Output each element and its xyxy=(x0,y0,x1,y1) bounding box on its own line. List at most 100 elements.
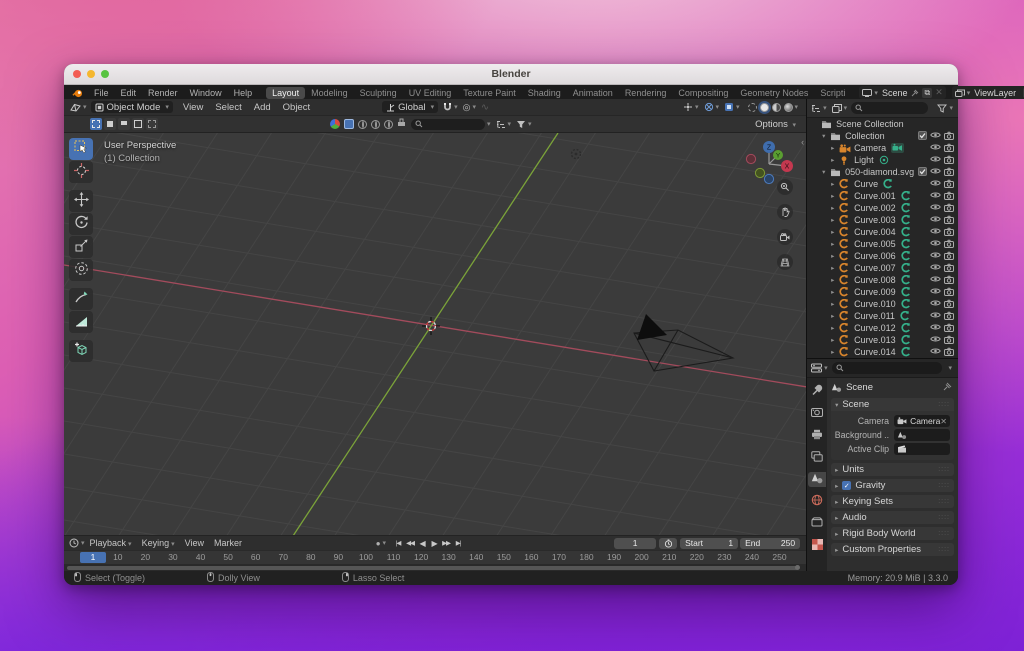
outliner-item-label[interactable]: Curve.007 xyxy=(854,263,896,273)
workspace-tab[interactable]: Sculpting xyxy=(354,87,403,99)
outliner-item-label[interactable]: Curve.008 xyxy=(854,275,896,285)
expand-arrow[interactable]: ▸ xyxy=(831,312,839,320)
frame-tick[interactable]: 80 xyxy=(298,552,324,562)
blender-logo-icon[interactable] xyxy=(72,88,83,98)
properties-tab[interactable] xyxy=(808,450,826,465)
jump-to-end-button[interactable]: ▶| xyxy=(452,539,464,547)
tool-button[interactable] xyxy=(69,190,93,212)
scrollbar-thumb[interactable] xyxy=(67,565,801,570)
properties-tab[interactable] xyxy=(808,384,826,399)
eye-icon[interactable] xyxy=(930,311,941,321)
select-mode-intersect[interactable] xyxy=(146,118,158,130)
frame-tick[interactable]: 210 xyxy=(656,552,682,562)
eye-icon[interactable] xyxy=(930,323,941,333)
eye-icon[interactable] xyxy=(930,191,941,201)
render-visibility-icon[interactable] xyxy=(944,299,954,310)
render-visibility-icon[interactable] xyxy=(944,287,954,298)
zoom-button-viewport[interactable] xyxy=(777,179,793,195)
frame-tick[interactable]: 100 xyxy=(353,552,379,562)
outliner-row[interactable]: ▸ Curve xyxy=(807,178,958,190)
material-globe-icon[interactable] xyxy=(358,119,367,129)
outliner-item-label[interactable]: Curve.009 xyxy=(854,287,896,297)
tool-button[interactable] xyxy=(69,311,93,333)
render-visibility-icon[interactable] xyxy=(944,239,954,250)
render-visibility-icon[interactable] xyxy=(944,227,954,238)
eye-icon[interactable] xyxy=(930,179,941,189)
viewport-menu-item[interactable]: Select xyxy=(209,102,247,113)
search-input[interactable] xyxy=(411,118,485,130)
panel-header[interactable]: ▸ ✓ Gravity:::: xyxy=(831,479,954,492)
pan-button[interactable] xyxy=(777,204,793,220)
timeline-menu-item[interactable]: Marker xyxy=(209,538,247,548)
timeline-scrollbar[interactable] xyxy=(64,564,807,571)
eye-icon[interactable] xyxy=(930,347,941,357)
timeline-menu-item[interactable]: Keying ▾ xyxy=(137,538,180,548)
render-visibility-icon[interactable] xyxy=(944,275,954,286)
expand-arrow[interactable]: ▸ xyxy=(831,156,839,164)
exclude-checkbox[interactable] xyxy=(918,130,927,142)
shading-dropdown[interactable]: ▾ xyxy=(795,103,799,111)
outliner-row[interactable]: ▸ Curve.014 xyxy=(807,346,958,358)
outliner-row[interactable]: ▸ Curve.011 xyxy=(807,310,958,322)
frame-tick[interactable]: 200 xyxy=(629,552,655,562)
frame-tick[interactable]: 10 xyxy=(105,552,131,562)
frame-tick[interactable]: 230 xyxy=(711,552,737,562)
frame-tick[interactable]: 90 xyxy=(325,552,351,562)
outliner-item-label[interactable]: Curve.004 xyxy=(854,227,896,237)
outliner-item-label[interactable]: 050-diamond.svg xyxy=(845,167,914,177)
titlebar[interactable]: Blender xyxy=(64,64,958,85)
properties-tab[interactable] xyxy=(808,516,826,531)
prev-keyframe-button[interactable]: ◀◀ xyxy=(404,539,416,547)
expand-arrow[interactable]: ▸ xyxy=(831,204,839,212)
frame-tick[interactable]: 150 xyxy=(491,552,517,562)
eye-icon[interactable] xyxy=(930,239,941,249)
shading-wireframe-button[interactable] xyxy=(747,102,757,112)
viewport-canvas[interactable]: User Perspective (1) Collection Z Y X ‹ xyxy=(64,133,807,535)
chevron-down-icon[interactable]: ▾ xyxy=(487,120,491,128)
outliner-row[interactable]: ▸ Curve.007 xyxy=(807,262,958,274)
editor-type-button[interactable]: ▾ xyxy=(70,102,87,112)
frame-tick[interactable]: 60 xyxy=(243,552,269,562)
outliner-row[interactable]: ▸ Curve.006 xyxy=(807,250,958,262)
tool-button[interactable] xyxy=(69,138,93,160)
outliner-row[interactable]: ▸ Curve.003 xyxy=(807,214,958,226)
eye-icon[interactable] xyxy=(930,131,941,141)
workspace-tab[interactable]: Geometry Nodes xyxy=(734,87,814,99)
expand-arrow[interactable]: ▸ xyxy=(831,192,839,200)
xray-toggle-button[interactable]: ▾ xyxy=(724,102,740,112)
frame-tick[interactable]: 250 xyxy=(766,552,792,562)
eye-icon[interactable] xyxy=(930,251,941,261)
preview-range-toggle[interactable] xyxy=(659,537,678,549)
frame-tick[interactable]: 110 xyxy=(381,552,407,562)
expand-arrow[interactable]: ▸ xyxy=(831,252,839,260)
eye-icon[interactable] xyxy=(930,143,941,153)
workspace-tab[interactable]: Animation xyxy=(567,87,619,99)
proportional-editing-toggle[interactable]: ◎ ▾ xyxy=(463,102,476,113)
render-visibility-icon[interactable] xyxy=(944,251,954,262)
outliner-item-label[interactable]: Curve.003 xyxy=(854,215,896,225)
menubar-item[interactable]: Window xyxy=(184,88,228,98)
properties-tab[interactable] xyxy=(808,472,827,487)
render-visibility-icon[interactable] xyxy=(944,311,954,322)
viewport-menu-item[interactable]: View xyxy=(177,102,209,113)
expand-arrow[interactable]: ▸ xyxy=(831,324,839,332)
tool-button[interactable] xyxy=(69,213,93,235)
eye-icon[interactable] xyxy=(930,155,941,165)
expand-arrow[interactable]: ▸ xyxy=(831,300,839,308)
next-keyframe-button[interactable]: ▶▶ xyxy=(440,539,452,547)
panel-header[interactable]: ▸ Units:::: xyxy=(831,463,954,476)
outliner-row[interactable]: ▸ Light xyxy=(807,154,958,166)
frame-tick[interactable]: 30 xyxy=(160,552,186,562)
tool-button[interactable] xyxy=(69,259,93,281)
display-mode-dropdown[interactable]: ▾ xyxy=(811,104,827,113)
expand-arrow[interactable]: ▸ xyxy=(831,240,839,248)
outliner-item-label[interactable]: Curve.011 xyxy=(854,311,895,321)
frame-tick[interactable]: 240 xyxy=(739,552,765,562)
frame-tick[interactable]: 220 xyxy=(684,552,710,562)
outliner-row[interactable]: ▸ Curve.013 xyxy=(807,334,958,346)
outliner-row[interactable]: ▾ Collection xyxy=(807,130,958,142)
frame-end-field[interactable]: End 250 xyxy=(740,537,801,549)
frame-tick[interactable]: 40 xyxy=(188,552,214,562)
snap-toggle[interactable]: ▾ xyxy=(443,102,458,112)
world-globe-icon[interactable] xyxy=(384,119,393,129)
